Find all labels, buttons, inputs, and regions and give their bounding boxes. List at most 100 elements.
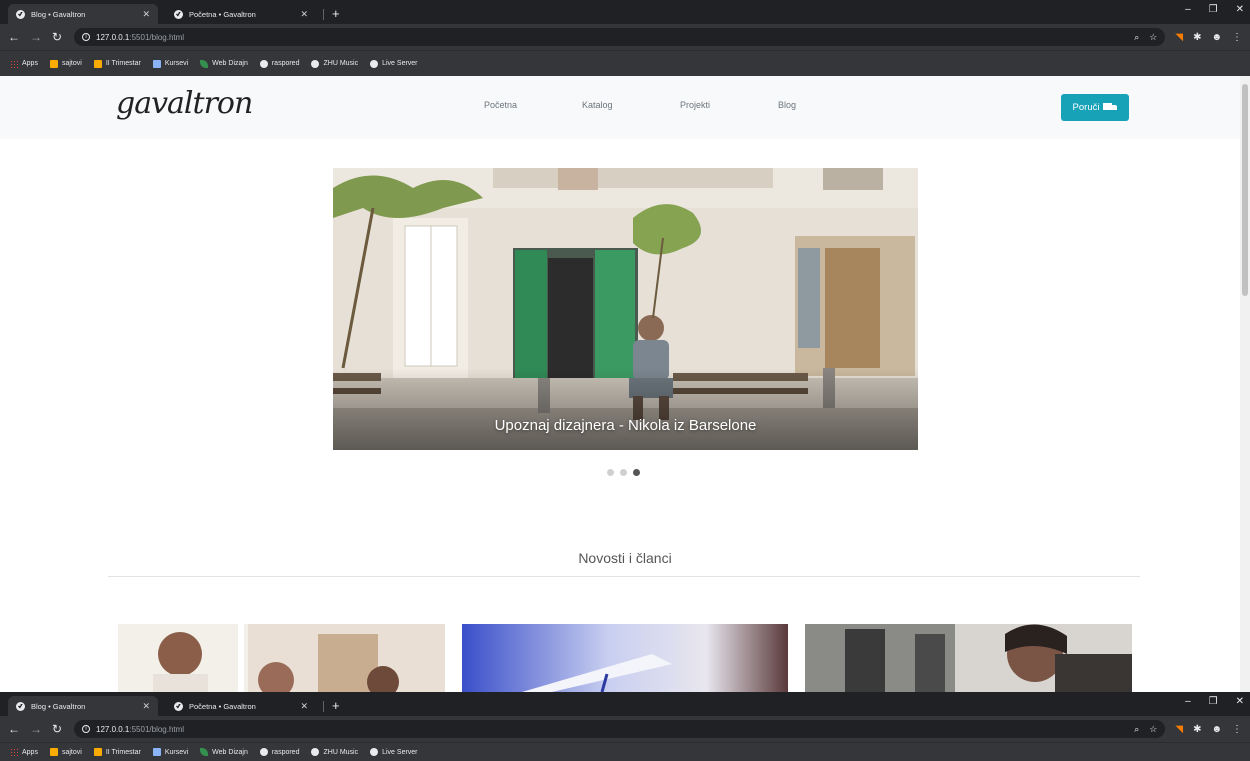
address-bar[interactable]: i 127.0.0.1:5501/blog.html ⌕ ☆ <box>74 720 1166 738</box>
tab-blog[interactable]: Blog • Gavaltron ✕ <box>8 4 158 24</box>
carousel-caption: Upoznaj dizajnera - Nikola iz Barselone <box>494 417 757 434</box>
bookmark-ii-trimestar[interactable]: II Trimestar <box>93 59 141 68</box>
bookmark-raspored[interactable]: raspored <box>259 59 299 68</box>
article-card-image-3[interactable] <box>805 624 1132 692</box>
tab-pocetna[interactable]: Početna • Gavaltron ✕ <box>166 4 316 24</box>
reload-icon[interactable]: ↻ <box>52 30 62 44</box>
menu-kebab-icon[interactable]: ⋮ <box>1232 724 1242 735</box>
bookmark-live-server[interactable]: Live Server <box>370 59 418 68</box>
article-card-image-2[interactable] <box>462 624 788 692</box>
bookmark-sajtovi[interactable]: sajtovi <box>49 59 82 68</box>
profile-avatar-icon[interactable]: ☻ <box>1211 32 1222 43</box>
bookmarks-bar: Apps sajtovi II Trimestar Kursevi Web Di… <box>0 50 1250 76</box>
bookmark-ii-trimestar[interactable]: II Trimestar <box>93 748 141 756</box>
restore-icon[interactable]: ❐ <box>1209 696 1218 707</box>
zoom-icon[interactable]: ⌕ <box>1134 32 1139 43</box>
url-path: :5501/blog.html <box>129 32 185 42</box>
scrollbar-thumb[interactable] <box>1242 84 1248 296</box>
site-navbar: gavaltron Početna Katalog Projekti Blog … <box>0 76 1240 139</box>
site-logo[interactable]: gavaltron <box>116 86 253 121</box>
tab-title: Početna • Gavaltron <box>189 9 256 19</box>
site-favicon-icon <box>16 9 25 19</box>
check-icon <box>370 59 379 68</box>
browser-chrome-top: Blog • Gavaltron ✕ Početna • Gavaltron ✕… <box>0 0 1250 76</box>
back-arrow-icon[interactable]: ← <box>8 722 20 736</box>
close-tab-icon[interactable]: ✕ <box>142 9 150 20</box>
bookmark-web-dizajn[interactable]: Web Dizajn <box>200 748 248 756</box>
new-tab-icon[interactable]: + <box>332 6 340 21</box>
profile-avatar-icon[interactable]: ☻ <box>1211 724 1222 735</box>
rss-extension-icon[interactable]: ◥ <box>1175 724 1183 735</box>
tab-title: Početna • Gavaltron <box>189 701 256 711</box>
minimize-icon[interactable]: – <box>1185 696 1191 707</box>
tab-blog[interactable]: Blog • Gavaltron ✕ <box>8 696 158 716</box>
close-tab-icon[interactable]: ✕ <box>142 701 150 712</box>
site-favicon-icon <box>16 701 25 711</box>
reload-icon[interactable]: ↻ <box>52 722 62 736</box>
carousel-indicators <box>607 469 640 476</box>
site-favicon-icon <box>174 9 183 19</box>
forward-arrow-icon[interactable]: → <box>30 722 42 736</box>
browser-toolbar: ← → ↻ i 127.0.0.1:5501/blog.html ⌕ ☆ ◥ ✱… <box>0 716 1250 742</box>
apps-icon <box>10 748 18 756</box>
puzzle-extension-icon[interactable]: ✱ <box>1193 32 1201 43</box>
browser-toolbar: ← → ↻ i 127.0.0.1:5501/blog.html ⌕ ☆ ◥ ✱… <box>0 24 1250 50</box>
bookmarks-bar: Apps sajtovi II Trimestar Kursevi Web Di… <box>0 742 1250 761</box>
close-window-icon[interactable]: ✕ <box>1236 4 1244 15</box>
address-bar[interactable]: i 127.0.0.1:5501/blog.html ⌕ ☆ <box>74 28 1166 46</box>
hero-carousel[interactable]: Upoznaj dizajnera - Nikola iz Barselone <box>333 168 918 450</box>
globe-icon <box>259 59 268 68</box>
carousel-indicator-2[interactable] <box>620 469 627 476</box>
restore-icon[interactable]: ❐ <box>1209 4 1218 15</box>
check-icon <box>311 59 320 68</box>
info-icon[interactable]: i <box>82 725 90 733</box>
close-tab-icon[interactable]: ✕ <box>300 9 308 20</box>
zoom-icon[interactable]: ⌕ <box>1134 724 1139 735</box>
tab-strip: Blog • Gavaltron ✕ Početna • Gavaltron ✕… <box>0 692 1250 716</box>
browser-chrome-bottom: Blog • Gavaltron ✕ Početna • Gavaltron ✕… <box>0 692 1250 761</box>
close-window-icon[interactable]: ✕ <box>1236 696 1244 707</box>
menu-kebab-icon[interactable]: ⋮ <box>1232 32 1242 43</box>
tab-pocetna[interactable]: Početna • Gavaltron ✕ <box>166 696 316 716</box>
nav-link-pocetna[interactable]: Početna <box>484 100 582 110</box>
window-controls: – ❐ ✕ <box>1185 4 1244 15</box>
back-arrow-icon[interactable]: ← <box>8 30 20 44</box>
bookmark-web-dizajn[interactable]: Web Dizajn <box>200 59 248 68</box>
carousel-indicator-1[interactable] <box>607 469 614 476</box>
tab-title: Blog • Gavaltron <box>31 701 86 711</box>
article-card-image-1[interactable] <box>118 624 445 692</box>
bookmark-kursevi[interactable]: Kursevi <box>152 748 188 756</box>
new-tab-icon[interactable]: + <box>332 698 340 713</box>
folder-icon <box>93 59 102 68</box>
order-button[interactable]: Poruči <box>1061 94 1129 121</box>
bookmark-kursevi[interactable]: Kursevi <box>152 59 188 68</box>
info-icon[interactable]: i <box>82 33 90 41</box>
bookmark-star-icon[interactable]: ☆ <box>1149 724 1157 735</box>
minimize-icon[interactable]: – <box>1185 4 1191 15</box>
close-tab-icon[interactable]: ✕ <box>300 701 308 712</box>
bookmark-apps[interactable]: Apps <box>10 59 38 68</box>
rss-extension-icon[interactable]: ◥ <box>1175 32 1183 43</box>
tab-strip: Blog • Gavaltron ✕ Početna • Gavaltron ✕… <box>0 0 1250 24</box>
bookmark-raspored[interactable]: raspored <box>259 748 299 756</box>
bookmark-zhu-music[interactable]: ZHU Music <box>311 748 358 756</box>
apps-icon <box>10 59 18 68</box>
nav-link-blog[interactable]: Blog <box>778 100 876 110</box>
site-favicon-icon <box>174 701 183 711</box>
bookmark-live-server[interactable]: Live Server <box>370 748 418 756</box>
window-controls: – ❐ ✕ <box>1185 696 1244 707</box>
page-scrollbar[interactable] <box>1240 76 1250 692</box>
carousel-indicator-3[interactable] <box>633 469 640 476</box>
bookmark-sajtovi[interactable]: sajtovi <box>49 748 82 756</box>
check-icon <box>370 748 379 756</box>
tab-separator <box>323 9 324 20</box>
nav-link-projekti[interactable]: Projekti <box>680 100 778 110</box>
bookmark-star-icon[interactable]: ☆ <box>1149 32 1157 43</box>
bookmark-zhu-music[interactable]: ZHU Music <box>311 59 358 68</box>
nav-link-katalog[interactable]: Katalog <box>582 100 680 110</box>
puzzle-extension-icon[interactable]: ✱ <box>1193 724 1201 735</box>
carousel-slide-image <box>333 168 918 450</box>
bookmark-apps[interactable]: Apps <box>10 748 38 756</box>
truck-icon <box>1103 103 1118 112</box>
forward-arrow-icon[interactable]: → <box>30 30 42 44</box>
